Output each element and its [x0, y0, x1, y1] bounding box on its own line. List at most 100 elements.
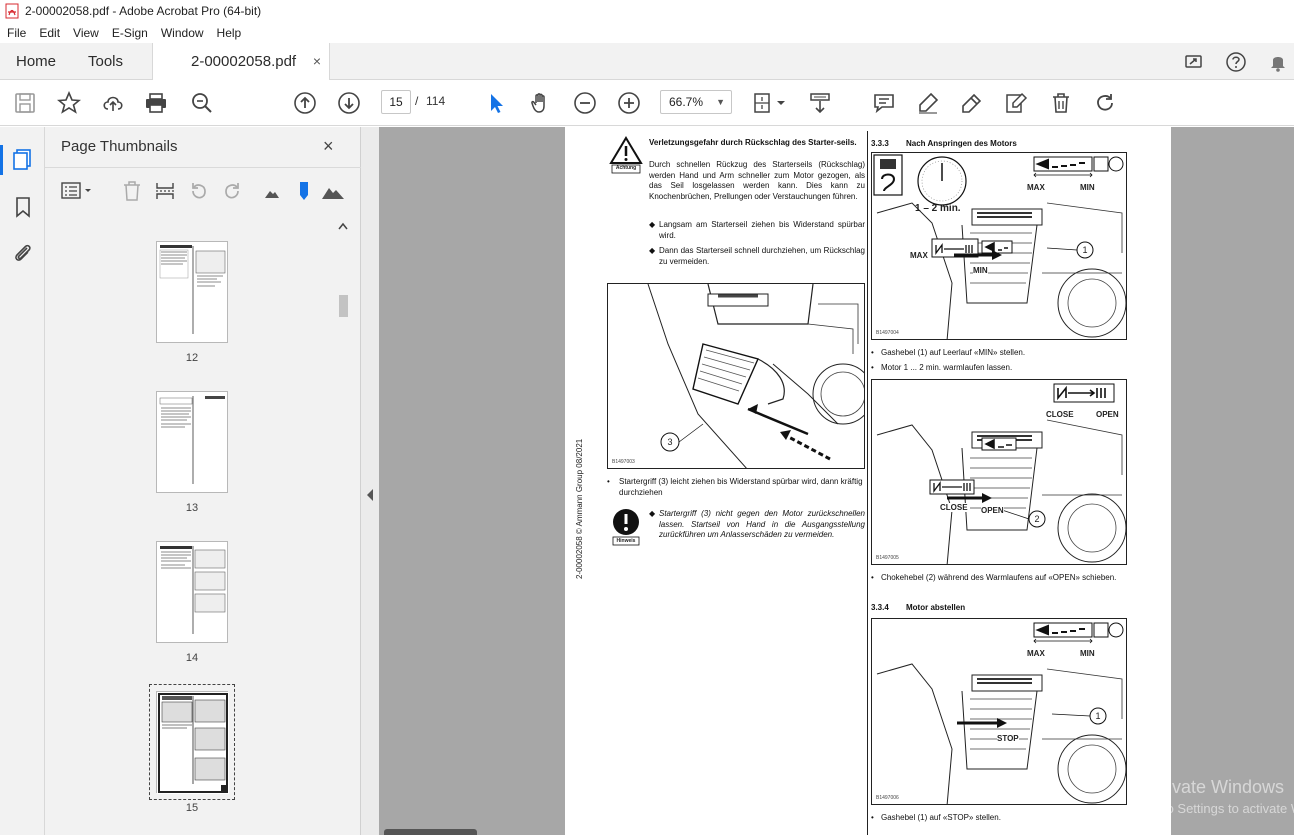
tab-close-icon[interactable]: ×	[313, 43, 321, 80]
thumbnail-preview	[157, 692, 229, 794]
page-display-icon[interactable]	[752, 91, 788, 115]
window-title: 2-00002058.pdf - Adobe Acrobat Pro (64-b…	[25, 4, 262, 18]
save-icon[interactable]	[13, 91, 37, 115]
page-thumbnails-icon[interactable]	[11, 147, 35, 171]
section-title: Nach Anspringen des Motors	[906, 139, 1017, 148]
horizontal-scroll-indicator[interactable]	[384, 829, 477, 835]
bookmark-star-icon[interactable]	[57, 91, 81, 115]
close-icon[interactable]: ×	[323, 136, 334, 157]
main-toolbar	[0, 80, 1294, 197]
print-icon[interactable]	[144, 91, 168, 115]
rotate-icon[interactable]	[1093, 91, 1117, 115]
thumbnail-preview	[159, 396, 225, 484]
collapse-arrow-icon[interactable]	[361, 485, 379, 505]
rotate-left-icon[interactable]	[188, 180, 210, 202]
edit-pdf-icon[interactable]	[1004, 91, 1028, 115]
zoom-search-icon[interactable]	[190, 91, 214, 115]
callout-1: 1	[1095, 711, 1101, 721]
menu-view[interactable]: View	[73, 26, 99, 40]
figure-choke-open: CLOSE OPEN CLOSE OPEN 2 B1497005	[871, 379, 1127, 565]
bookmarks-icon[interactable]	[11, 195, 35, 219]
select-cursor-icon[interactable]	[485, 91, 509, 115]
tab-tools[interactable]: Tools	[88, 43, 123, 80]
thumbnail-page[interactable]	[156, 391, 228, 493]
delete-page-icon[interactable]	[121, 180, 143, 202]
label-min-inner: MIN	[973, 266, 988, 275]
label-min: MIN	[1080, 649, 1095, 658]
rotate-right-icon[interactable]	[221, 180, 243, 202]
page-number-input[interactable]: 15	[381, 90, 411, 114]
figure-throttle-stop: MAX MIN STOP 1 B1497006	[871, 618, 1127, 805]
figure-throttle-min: MAX MIN 1 – 2 min. MAX MIN 1 B1497004	[871, 152, 1127, 340]
step-bullet: • Chokehebel (2) während des Warmlaufens …	[871, 573, 1117, 582]
scrollbar-thumb[interactable]	[339, 295, 348, 317]
section-title: Motor abstellen	[906, 603, 966, 612]
navigation-rail	[0, 127, 45, 835]
thumbnail-size-slider-icon[interactable]	[297, 180, 311, 202]
thumbnail-page-label: 13	[185, 502, 199, 514]
menu-bar: File Edit View E-Sign Window Help	[0, 22, 1294, 43]
next-page-icon[interactable]	[337, 91, 361, 115]
zoom-out-icon[interactable]	[573, 91, 597, 115]
hand-tool-icon[interactable]	[529, 91, 553, 115]
chevron-down-icon: ▼	[716, 97, 725, 107]
menu-esign[interactable]: E-Sign	[112, 26, 148, 40]
step-bullet: • Motor 1 ... 2 min. warmlaufen lassen.	[871, 363, 1013, 372]
step-bullet: • Gashebel (1) auf «STOP» stellen.	[871, 813, 1001, 822]
zoom-select[interactable]: 66.7% ▼	[660, 90, 732, 114]
menu-window[interactable]: Window	[161, 26, 204, 40]
menu-file[interactable]: File	[7, 26, 26, 40]
pdf-page: 2-00002058 © Ammann Group 08/2021 Achtun…	[565, 127, 1171, 835]
label-max-inner: MAX	[910, 251, 928, 260]
tab-home[interactable]: Home	[16, 43, 56, 80]
scroll-up-arrow-icon[interactable]	[335, 221, 351, 231]
section-number: 3.3.3	[871, 139, 889, 148]
insert-page-icon[interactable]	[154, 180, 176, 202]
note-icon-label: Hinweis	[616, 538, 636, 544]
share-screen-icon[interactable]	[1183, 51, 1205, 73]
thumbnail-page-label: 14	[185, 652, 199, 664]
column-divider	[867, 131, 868, 835]
comment-icon[interactable]	[872, 91, 896, 115]
help-icon[interactable]	[1225, 51, 1247, 73]
notifications-bell-icon[interactable]	[1267, 51, 1289, 73]
menu-edit[interactable]: Edit	[39, 26, 60, 40]
label-min: MIN	[1080, 183, 1095, 192]
scroll-mode-icon[interactable]	[808, 91, 832, 115]
figure-code: B1497003	[612, 459, 635, 465]
delete-trash-icon[interactable]	[1049, 91, 1073, 115]
thumbnail-page-current[interactable]	[156, 691, 229, 794]
warning-bullet: ◆ Langsam am Starterseil ziehen bis Wider…	[649, 220, 865, 240]
highlight-pen-icon[interactable]	[916, 91, 940, 115]
previous-page-icon[interactable]	[293, 91, 317, 115]
thumbnail-page[interactable]	[156, 241, 228, 343]
label-max: MAX	[1027, 649, 1045, 658]
thumbnail-size-small-icon[interactable]	[263, 180, 281, 202]
figure-code: B1497004	[876, 330, 899, 336]
document-view[interactable]: 2-00002058 © Ammann Group 08/2021 Achtun…	[379, 127, 1294, 835]
callout-1: 1	[1082, 245, 1088, 255]
tab-bar: Home Tools 2-00002058.pdf ×	[0, 43, 1294, 81]
attachments-paperclip-icon[interactable]	[11, 241, 35, 265]
zoom-in-icon[interactable]	[617, 91, 641, 115]
menu-help[interactable]: Help	[217, 26, 242, 40]
figure-code: B1497005	[876, 555, 899, 561]
zoom-value: 66.7%	[669, 95, 704, 109]
tab-document-label: 2-00002058.pdf	[191, 53, 297, 70]
thumbnail-page[interactable]	[156, 541, 228, 643]
tab-document[interactable]: 2-00002058.pdf ×	[152, 43, 330, 81]
label-open: OPEN	[1096, 410, 1119, 419]
starter-handle-drawing	[647, 284, 864, 468]
thumbnail-size-large-icon[interactable]	[321, 180, 345, 202]
activation-watermark-line2: Go to Settings to activate Windows.	[1142, 801, 1294, 816]
upload-cloud-icon[interactable]	[101, 91, 125, 115]
draw-sign-icon[interactable]	[960, 91, 984, 115]
thumbnails-toolbar	[45, 167, 361, 211]
rail-active-indicator	[0, 145, 3, 175]
note-body: ◆ Startergriff (3) nicht gegen den Motor …	[649, 509, 865, 539]
label-open-inner: OPEN	[981, 506, 1004, 515]
panel-collapse-strip[interactable]	[361, 127, 379, 835]
figure-starter-handle: 3 B1497003	[607, 283, 865, 469]
thumbnails-scrollbar[interactable]	[335, 221, 351, 835]
thumbnail-options-icon[interactable]	[60, 180, 94, 202]
